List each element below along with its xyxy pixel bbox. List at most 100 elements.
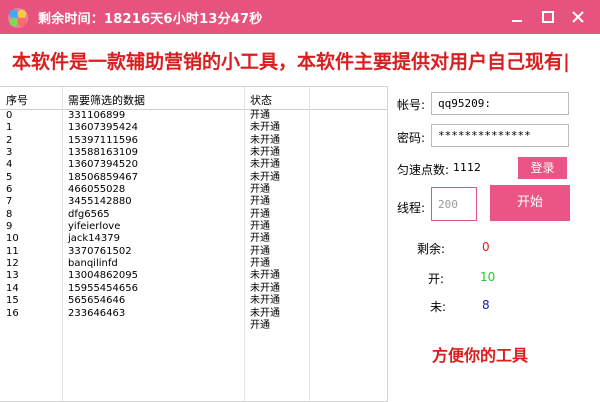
open-label: 开: <box>428 272 445 286</box>
row-index-cell: 8 <box>6 208 13 220</box>
threads-label: 线程: <box>397 201 426 215</box>
table-row[interactable]: 13 13004862095 未开通 <box>0 270 387 282</box>
table-row[interactable]: 1 13607395424 未开通 <box>0 122 387 134</box>
banner-text: 本软件是一款辅助营销的小工具，本软件主要提供对用户自己现有| <box>12 51 570 73</box>
row-index-cell: 1 <box>6 122 13 134</box>
slogan-text: 方便你的工具 <box>432 346 529 365</box>
row-index-cell: 15 <box>6 295 19 307</box>
minimize-icon <box>512 20 522 22</box>
row-index-cell: 10 <box>6 233 19 245</box>
row-data-cell: 3370761502 <box>68 245 132 257</box>
table-row[interactable]: 4 13607394520 未开通 <box>0 159 387 171</box>
table-row[interactable]: 7 3455142880 开通 <box>0 196 387 208</box>
row-status-cell: 开通 <box>250 208 270 220</box>
row-data-cell: banqilinfd <box>68 258 118 270</box>
password-input[interactable]: ************** <box>431 124 569 147</box>
row-status-cell: 开通 <box>250 196 270 208</box>
table-row[interactable]: 10 jack14379 开通 <box>0 233 387 245</box>
closed-label: 未: <box>430 300 447 314</box>
row-index-cell: 3 <box>6 147 13 159</box>
table-row[interactable]: 0 331106899 开通 <box>0 110 387 122</box>
row-status-cell: 未开通 <box>250 159 280 171</box>
table-row[interactable]: 开通 <box>0 319 387 332</box>
table-row[interactable]: 16 233646463 未开通 <box>0 307 387 320</box>
header-status[interactable]: 状态 <box>250 92 272 108</box>
row-data-cell: 466055028 <box>68 184 126 196</box>
minimize-button[interactable] <box>506 6 528 28</box>
close-button[interactable] <box>567 6 589 28</box>
close-icon <box>572 11 584 23</box>
maximize-button[interactable] <box>537 6 559 28</box>
app-logo-icon <box>8 8 28 28</box>
row-status-cell: 未开通 <box>250 270 280 282</box>
row-data-cell: yifeierlove <box>68 221 121 233</box>
grid-header: 序号 需要筛选的数据 状态 <box>0 87 387 110</box>
closed-value: 8 <box>482 298 490 312</box>
row-index-cell: 14 <box>6 282 19 294</box>
row-index-cell: 0 <box>6 110 13 121</box>
remaining-label: 剩余: <box>417 242 446 256</box>
row-data-cell: 13004862095 <box>68 270 138 282</box>
row-data-cell: 13588163109 <box>68 147 138 159</box>
table-row[interactable]: 12 banqilinfd 开通 <box>0 258 387 270</box>
password-label: 密码: <box>397 131 426 145</box>
row-status-cell: 开通 <box>250 245 270 257</box>
row-status-cell: 开通 <box>250 233 270 245</box>
row-data-cell: 13607394520 <box>68 159 138 171</box>
row-data-cell: 565654646 <box>68 295 126 307</box>
row-status-cell: 未开通 <box>250 171 280 183</box>
header-index[interactable]: 序号 <box>6 92 28 108</box>
row-index-cell: 6 <box>6 184 13 196</box>
row-index-cell: 11 <box>6 245 19 257</box>
table-row[interactable]: 15 565654646 未开通 <box>0 295 387 307</box>
row-data-cell: 233646463 <box>68 307 126 319</box>
table-row[interactable]: 6 466055028 开通 <box>0 184 387 196</box>
table-row[interactable]: 3 13588163109 未开通 <box>0 147 387 159</box>
row-index-cell: 5 <box>6 171 13 183</box>
login-button[interactable]: 登录 <box>518 157 567 179</box>
row-data-cell: 13607395424 <box>68 122 138 134</box>
row-status-cell: 未开通 <box>250 147 280 159</box>
row-index-cell: 7 <box>6 196 13 208</box>
row-data-cell: dfg6565 <box>68 208 110 220</box>
maximize-icon <box>542 11 554 23</box>
row-status-cell: 开通 <box>250 258 270 270</box>
row-status-cell: 开通 <box>250 184 270 196</box>
table-row[interactable]: 2 15397111596 未开通 <box>0 134 387 147</box>
table-row[interactable]: 8 dfg6565 开通 <box>0 208 387 221</box>
start-button[interactable]: 开始 <box>490 185 570 221</box>
window-title: 剩余时间：18216天6小时13分47秒 <box>38 12 263 27</box>
open-value: 10 <box>480 270 496 284</box>
data-grid[interactable]: 序号 需要筛选的数据 状态 0 331106899 开通 1 13607395424 未开… <box>0 86 388 402</box>
row-status-cell: 开通 <box>250 319 270 331</box>
row-status-cell: 未开通 <box>250 307 280 319</box>
row-index-cell: 4 <box>6 159 13 171</box>
title-bar[interactable]: 剩余时间：18216天6小时13分47秒 <box>0 0 600 34</box>
table-row[interactable]: 5 18506859467 未开通 <box>0 171 387 184</box>
row-status-cell: 开通 <box>250 221 270 233</box>
table-row[interactable]: 14 15955454656 未开通 <box>0 282 387 295</box>
table-row[interactable]: 9 yifeierlove 开通 <box>0 221 387 233</box>
row-status-cell: 未开通 <box>250 295 280 307</box>
row-status-cell: 未开通 <box>250 122 280 134</box>
row-data-cell: 15397111596 <box>68 134 138 146</box>
row-index-cell: 12 <box>6 258 19 270</box>
points-label: 匀速点数: <box>397 163 450 177</box>
grid-rows: 0 331106899 开通 1 13607395424 未开通 2 15397111596 未… <box>0 110 387 332</box>
row-index-cell: 16 <box>6 307 19 319</box>
row-status-cell: 开通 <box>250 110 270 121</box>
points-value: 1112 <box>453 161 481 174</box>
header-data[interactable]: 需要筛选的数据 <box>68 92 145 108</box>
table-row[interactable]: 11 3370761502 开通 <box>0 245 387 258</box>
remaining-value: 0 <box>482 240 490 254</box>
row-status-cell: 未开通 <box>250 134 280 146</box>
account-label: 帐号: <box>397 98 426 112</box>
row-data-cell: jack14379 <box>68 233 121 245</box>
account-input[interactable]: qq95209: <box>431 92 569 115</box>
row-status-cell: 未开通 <box>250 282 280 294</box>
row-data-cell: 331106899 <box>68 110 126 121</box>
row-data-cell: 18506859467 <box>68 171 138 183</box>
row-data-cell: 3455142880 <box>68 196 132 208</box>
row-data-cell: 15955454656 <box>68 282 138 294</box>
threads-input[interactable]: 200 <box>431 187 477 221</box>
